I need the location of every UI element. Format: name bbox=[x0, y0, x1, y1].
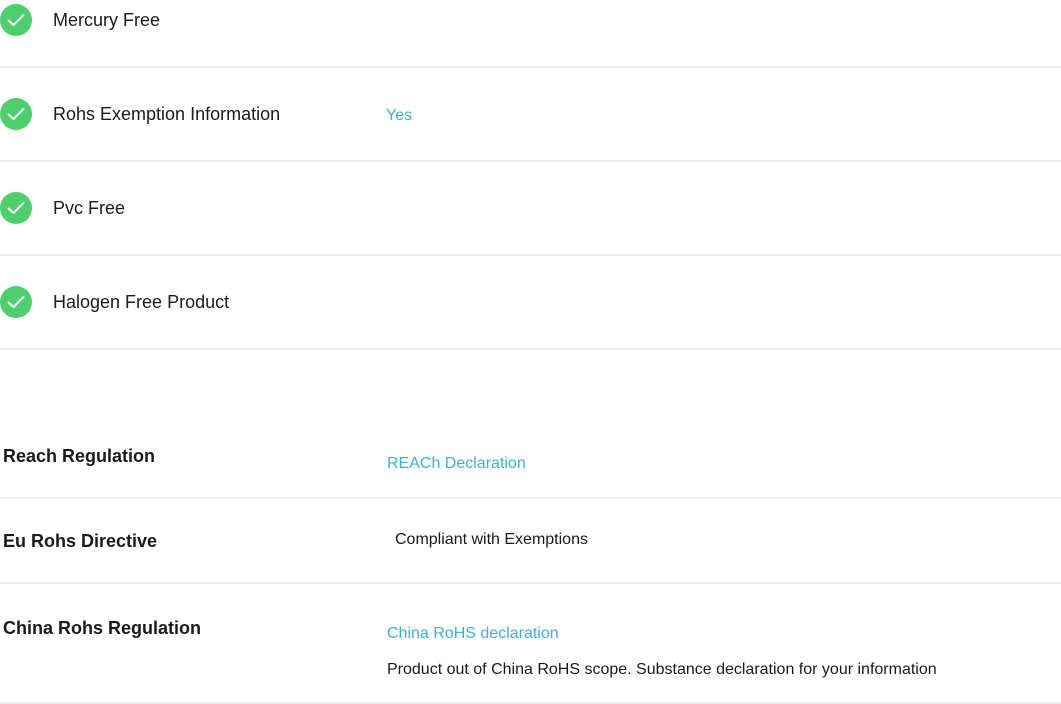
check-circle-icon bbox=[0, 4, 32, 36]
checklist-label: Pvc Free bbox=[53, 198, 126, 218]
check-circle-icon bbox=[0, 286, 32, 318]
china-rohs-note: Product out of China RoHS scope. Substan… bbox=[387, 661, 937, 678]
regulation-label: Eu Rohs Directive bbox=[3, 531, 158, 551]
china-rohs-declaration-link[interactable]: China RoHS declaration bbox=[387, 624, 559, 644]
checklist-row-pvc-free: Pvc Free bbox=[0, 162, 1061, 256]
checklist-label: Halogen Free Product bbox=[53, 292, 230, 312]
check-circle-icon bbox=[0, 192, 32, 224]
checklist-row-halogen-free: Halogen Free Product bbox=[0, 256, 1061, 350]
divider bbox=[0, 348, 1061, 350]
reach-declaration-link[interactable]: REACh Declaration bbox=[387, 454, 526, 474]
checklist-row-rohs-exemption: Rohs Exemption Information Yes bbox=[0, 68, 1061, 162]
checklist-row-mercury-free: Mercury Free bbox=[0, 0, 1061, 68]
regulation-row-eu-rohs: Eu Rohs Directive Compliant with Exempti… bbox=[0, 499, 1061, 584]
regulation-label: Reach Regulation bbox=[3, 446, 156, 466]
rohs-exemption-yes-link[interactable]: Yes bbox=[386, 106, 412, 126]
checklist-label: Rohs Exemption Information bbox=[53, 104, 281, 124]
regulation-row-china-rohs: China Rohs Regulation China RoHS declara… bbox=[0, 584, 1061, 704]
regulation-label: China Rohs Regulation bbox=[3, 618, 201, 638]
regulation-row-reach: Reach Regulation REACh Declaration bbox=[0, 410, 1061, 499]
eu-rohs-status: Compliant with Exemptions bbox=[395, 531, 588, 548]
check-circle-icon bbox=[0, 98, 32, 130]
checklist-label: Mercury Free bbox=[53, 10, 161, 30]
environmental-compliance-panel: Mercury Free Rohs Exemption Information … bbox=[0, 0, 1061, 704]
